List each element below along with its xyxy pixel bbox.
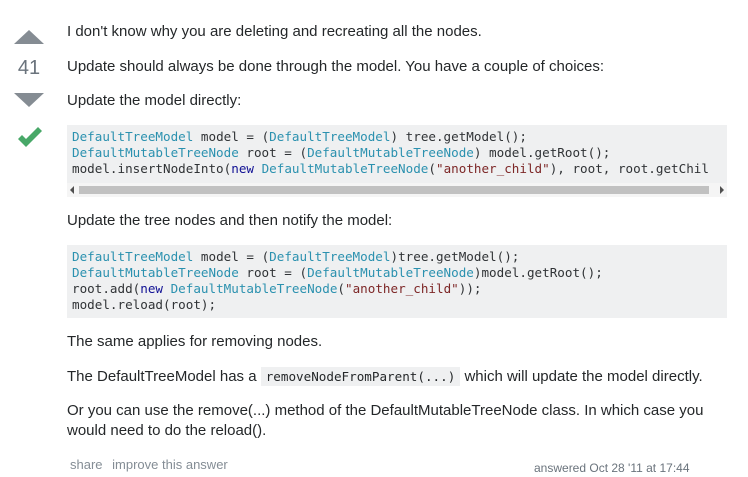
scrollbar-thumb[interactable] — [79, 186, 709, 194]
post-menu: share improve this answer — [70, 457, 234, 472]
code-line: model.insertNodeInto(new DefaultMutableT… — [72, 161, 709, 176]
answered-timestamp: answered Oct 28 '11 at 17:44 — [534, 461, 690, 475]
inline-code: removeNodeFromParent(...) — [260, 367, 461, 386]
vote-count: 41 — [17, 57, 41, 79]
scroll-left-arrow-icon[interactable] — [70, 186, 74, 194]
scroll-right-arrow-icon[interactable] — [720, 186, 724, 194]
code-line: DefaultTreeModel model = (DefaultTreeMod… — [72, 129, 527, 144]
answer-paragraph: Update should always be done through the… — [67, 58, 605, 75]
answer-paragraph: Update the model directly: — [67, 92, 242, 109]
downvote-arrow-icon[interactable] — [14, 93, 44, 107]
answer-paragraph: Or you can use the remove(...) method of… — [67, 402, 704, 439]
code-line: DefaultMutableTreeNode root = (DefaultMu… — [72, 265, 603, 280]
accepted-checkmark-icon — [18, 127, 42, 147]
code-line: DefaultMutableTreeNode root = (DefaultMu… — [72, 145, 611, 160]
share-link[interactable]: share — [70, 457, 103, 472]
code-line: model.reload(root); — [72, 297, 217, 312]
horizontal-scrollbar[interactable] — [67, 183, 727, 197]
code-line: root.add(new DefaultMutableTreeNode("ano… — [72, 281, 482, 296]
answer-paragraph: I don't know why you are deleting and re… — [67, 23, 482, 40]
answer-paragraph: The same applies for removing nodes. — [67, 333, 323, 350]
code-block: DefaultTreeModel model = (DefaultTreeMod… — [67, 245, 727, 318]
improve-answer-link[interactable]: improve this answer — [112, 457, 228, 472]
upvote-arrow-icon[interactable] — [14, 30, 44, 44]
answer-paragraph: The DefaultTreeModel has a removeNodeFro… — [67, 367, 703, 386]
code-block: DefaultTreeModel model = (DefaultTreeMod… — [67, 125, 727, 197]
answer-paragraph: Update the tree nodes and then notify th… — [67, 212, 393, 229]
code-line: DefaultTreeModel model = (DefaultTreeMod… — [72, 249, 520, 264]
